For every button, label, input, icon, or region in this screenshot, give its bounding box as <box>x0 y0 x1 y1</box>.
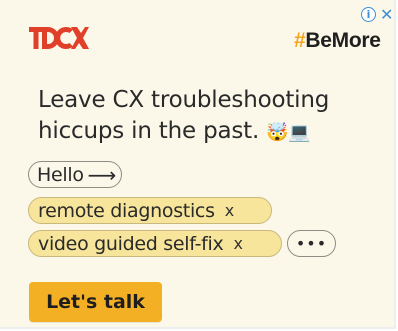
headline-line-2: hiccups in the past. 🤯💻 <box>38 116 358 148</box>
hash-glyph: # <box>294 29 306 52</box>
chip-remote-label: remote diagnostics <box>38 199 215 222</box>
tagline-word: BeMore <box>305 29 381 52</box>
bemore-tagline: #BeMore <box>294 29 381 53</box>
headline-line-1: Leave CX troubleshooting <box>38 87 330 113</box>
arrow-right-icon: ⟶ <box>87 162 117 187</box>
tdcx-logo <box>29 26 89 50</box>
headline-emoji: 🤯💻 <box>266 122 311 143</box>
chip-video-guided-self-fix[interactable]: video guided self-fix x <box>28 230 282 257</box>
chip-hello[interactable]: Hello ⟶ <box>28 161 123 188</box>
chip-hello-label: Hello <box>37 163 84 186</box>
adchoices[interactable]: i ✕ <box>361 7 394 22</box>
lets-talk-button[interactable]: Let's talk <box>29 282 162 322</box>
remove-icon[interactable]: x <box>233 234 242 253</box>
remove-icon[interactable]: x <box>225 201 234 220</box>
ad-container[interactable]: i ✕ #BeMore Leave CX troubleshooting hic… <box>0 0 396 329</box>
headline-line-2-text: hiccups in the past. <box>38 118 260 144</box>
more-icon: ••• <box>295 234 328 253</box>
chip-video-label: video guided self-fix <box>38 232 224 255</box>
more-chip[interactable]: ••• <box>287 230 336 257</box>
chip-remote-diagnostics[interactable]: remote diagnostics x <box>28 197 272 224</box>
close-icon[interactable]: ✕ <box>380 7 394 22</box>
headline: Leave CX troubleshooting hiccups in the … <box>38 85 358 148</box>
info-icon[interactable]: i <box>361 7 376 22</box>
